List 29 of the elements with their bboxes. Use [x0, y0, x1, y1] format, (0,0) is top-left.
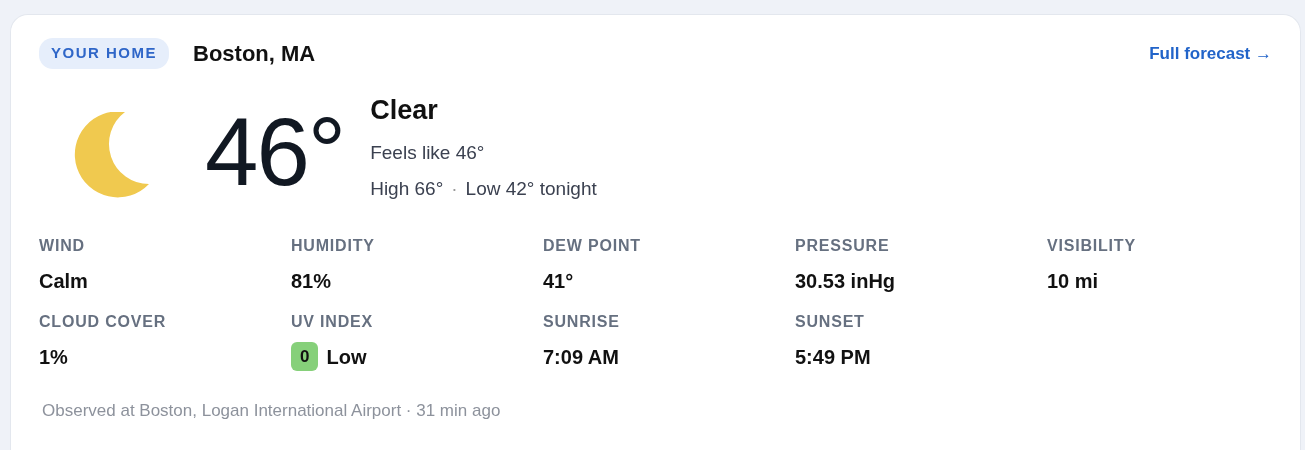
stat-label: DEW POINT — [543, 235, 642, 256]
high-temperature: High 66° — [370, 177, 444, 201]
home-tag: YOUR HOME — [39, 38, 169, 69]
temperature: 46° — [205, 104, 345, 200]
stat-value: 10 mi — [1047, 268, 1099, 294]
full-forecast-link[interactable]: Full forecast → — [1149, 40, 1272, 67]
stat-value: 81% — [291, 268, 332, 294]
stat-value: 30.53 inHg — [795, 268, 896, 294]
stat-value: 41° — [543, 268, 574, 294]
low-temperature: Low 42° tonight — [465, 177, 597, 201]
uv-index-badge: 0 — [291, 341, 319, 372]
stat-label: SUNSET — [795, 311, 866, 332]
stat-value: 7:09 AM — [543, 344, 619, 370]
stat-value: 5:49 PM — [795, 344, 871, 370]
stat-label: HUMIDITY — [291, 235, 376, 256]
feels-like: Feels like 46° — [370, 140, 486, 165]
observation-note: Observed at Boston, Logan International Airport · 31 min ago — [42, 399, 502, 422]
stat-value: 1% — [39, 344, 68, 370]
stat-value: Calm — [39, 268, 88, 294]
location-title: Boston, MA — [193, 40, 316, 68]
stat-label: CLOUD COVER — [39, 311, 168, 332]
separator: · — [451, 177, 458, 201]
stat-label: PRESSURE — [795, 235, 891, 256]
condition: Clear — [370, 94, 439, 127]
stat-label: VISIBILITY — [1047, 235, 1137, 256]
stat-label: UV INDEX — [291, 311, 374, 332]
stat-value: Low — [326, 344, 367, 370]
stat-label: WIND — [39, 235, 86, 256]
stat-label: SUNRISE — [543, 311, 621, 332]
